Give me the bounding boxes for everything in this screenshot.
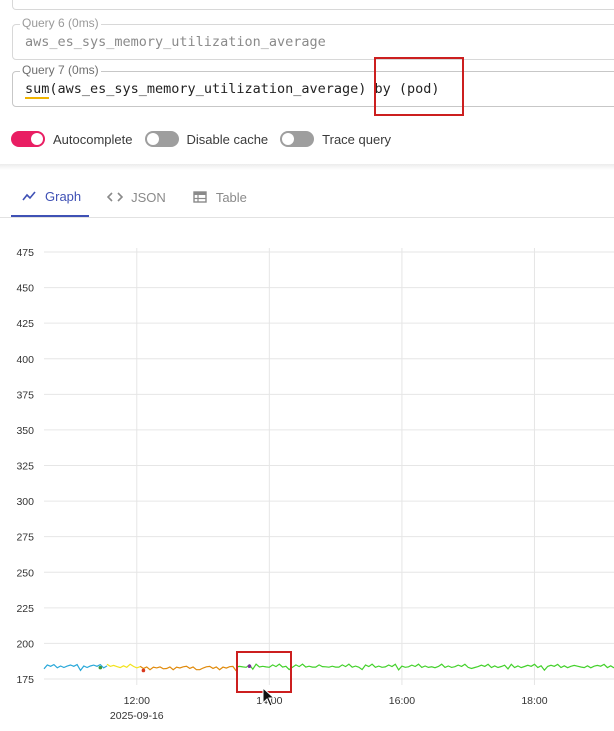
y-tick-label: 425 — [16, 318, 34, 330]
query-7-label: Query 7 (0ms) — [20, 63, 101, 77]
line-chart-icon — [21, 188, 37, 204]
query-7-function: sum — [25, 81, 50, 99]
query-field-previous[interactable] — [12, 0, 614, 10]
y-tick-label: 400 — [16, 354, 34, 366]
tabs-divider — [0, 217, 614, 218]
query-options: Autocomplete Disable cache Trace query — [11, 128, 403, 150]
y-tick-label: 375 — [16, 389, 34, 401]
tab-json[interactable]: JSON — [97, 180, 174, 214]
code-icon — [107, 189, 124, 205]
mouse-cursor-icon — [262, 687, 276, 707]
series-point — [98, 665, 103, 670]
disable-cache-label: Disable cache — [186, 131, 269, 147]
tab-table-label: Table — [215, 189, 247, 205]
series-point — [247, 664, 252, 668]
y-tick-label: 225 — [16, 603, 34, 615]
y-tick-label: 250 — [16, 567, 34, 579]
y-tick-label: 200 — [16, 638, 34, 650]
series-point — [141, 668, 146, 673]
memory-utilization-chart[interactable]: 175 200 225 250 275 300 325 350 375 400 425 450 475 1… — [0, 236, 614, 731]
trace-query-switch[interactable] — [280, 131, 315, 147]
autocomplete-label: Autocomplete — [53, 131, 133, 147]
query-7-argument: (aws_es_sys_memory_utilization_average) — [49, 81, 367, 97]
x-tick-sublabel: 2025-09-16 — [110, 710, 164, 722]
x-tick-label: 18:00 — [521, 695, 547, 707]
y-tick-label: 350 — [16, 425, 34, 437]
y-tick-label: 450 — [16, 283, 34, 295]
query-6-field[interactable]: Query 6 (0ms) aws_es_sys_memory_utilizat… — [12, 16, 614, 60]
disable-cache-switch[interactable] — [144, 131, 179, 147]
x-tick-label: 16:00 — [389, 695, 415, 707]
series-line — [139, 665, 237, 672]
tab-table[interactable]: Table — [182, 180, 255, 214]
series-line — [236, 663, 614, 672]
panel-divider — [0, 164, 614, 170]
autocomplete-switch[interactable] — [11, 131, 45, 147]
y-tick-label: 300 — [16, 496, 34, 508]
tab-graph[interactable]: Graph — [11, 180, 90, 217]
tab-graph-label: Graph — [45, 188, 82, 204]
prometheus-query-page: Query 6 (0ms) aws_es_sys_memory_utilizat… — [0, 0, 614, 731]
y-tick-label: 325 — [16, 461, 34, 473]
y-tick-label: 175 — [16, 674, 34, 686]
query-6-label: Query 6 (0ms) — [20, 16, 101, 30]
table-icon — [192, 189, 208, 205]
query-6-expression[interactable]: aws_es_sys_memory_utilization_average — [25, 34, 326, 50]
tab-json-label: JSON — [131, 189, 166, 205]
result-tabs: Graph JSON Table — [11, 180, 263, 218]
y-tick-label: 275 — [16, 532, 34, 544]
y-tick-label: 475 — [16, 247, 34, 259]
query-7-field[interactable]: Query 7 (0ms) sum(aws_es_sys_memory_util… — [12, 63, 614, 107]
autocomplete-toggle[interactable]: Autocomplete — [11, 131, 133, 147]
series-line — [43, 663, 108, 672]
query-7-grouping: by (pod) — [366, 81, 440, 97]
trace-query-toggle[interactable]: Trace query — [280, 131, 391, 147]
query-7-expression[interactable]: sum(aws_es_sys_memory_utilization_averag… — [25, 81, 440, 99]
disable-cache-toggle[interactable]: Disable cache — [144, 131, 269, 147]
x-tick-label: 12:00 — [124, 695, 150, 707]
series-line — [106, 663, 141, 669]
trace-query-label: Trace query — [322, 131, 392, 147]
